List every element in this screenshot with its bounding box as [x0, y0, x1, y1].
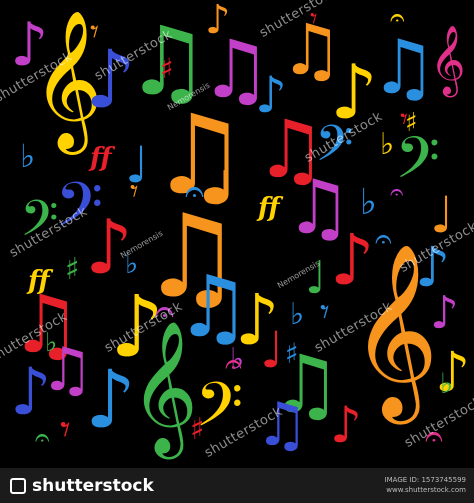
rest-icon: 𝄾 — [130, 172, 139, 210]
image-meta: IMAGE ID: 1573745599 www.shutterstock.co… — [385, 475, 466, 495]
eighth-note-icon: ♪ — [85, 353, 137, 446]
flat-icon: ♭ — [20, 137, 36, 175]
brand-logo: shutterstock — [10, 476, 154, 496]
sharp-icon: ♯ — [65, 252, 80, 287]
fermata-icon: 𝄐 — [375, 222, 392, 257]
stock-footer: shutterstock IMAGE ID: 1573745599 www.sh… — [0, 468, 474, 503]
fermata-icon: 𝄐 — [225, 347, 242, 382]
flat-icon: ♭ — [290, 297, 305, 332]
eighth-note-icon: ♪ — [330, 396, 362, 454]
eighth-note-icon: ♪ — [10, 355, 52, 430]
fermata-icon: 𝄐 — [185, 172, 204, 212]
beamed-notes-icon: ♫ — [370, 23, 438, 111]
fermata-icon: 𝄐 — [390, 3, 405, 33]
quarter-note-icon: ♩ — [260, 321, 284, 379]
eighth-note-icon: ♪ — [330, 219, 375, 301]
sharp-icon: ♯ — [160, 52, 174, 85]
fortissimo-marking: ff — [258, 193, 280, 223]
rest-icon: 𝄾 — [60, 407, 71, 453]
rest-icon: 𝄾 — [90, 12, 100, 52]
flat-icon: ♭ — [380, 127, 395, 162]
fermata-icon: 𝄐 — [390, 178, 404, 206]
site-url: www.shutterstock.com — [386, 486, 466, 494]
eighth-note-icon: ♪ — [205, 0, 231, 43]
eighth-note-icon: ♪ — [430, 286, 459, 339]
rest-icon: 𝄾 — [400, 102, 408, 137]
image-id: IMAGE ID: 1573745599 — [384, 476, 466, 484]
quarter-note-icon: ♩ — [210, 161, 232, 214]
sharp-icon: ♯ — [285, 337, 299, 370]
flat-icon: ♭ — [440, 367, 454, 400]
fortissimo-marking: ff — [90, 143, 112, 173]
fortissimo-marking: ff — [28, 266, 50, 296]
sharp-icon: ♯ — [190, 412, 205, 447]
brand-name: shutterstock — [32, 475, 154, 496]
flat-icon: ♭ — [360, 182, 377, 223]
eighth-note-icon: ♪ — [255, 66, 287, 124]
fermata-icon: 𝄐 — [35, 423, 50, 453]
rest-icon: 𝄾 — [320, 292, 330, 333]
shutterstock-logo-icon — [10, 477, 26, 494]
music-notes-pattern: 𝄞 𝄞 𝄞 𝄞 𝄢 𝄢 𝄢 𝄢 𝄢 ♫ ♫ ♫ ♫ ♫ ♫ ♫ ♫ ♫ ♫ ♫ … — [0, 0, 474, 468]
